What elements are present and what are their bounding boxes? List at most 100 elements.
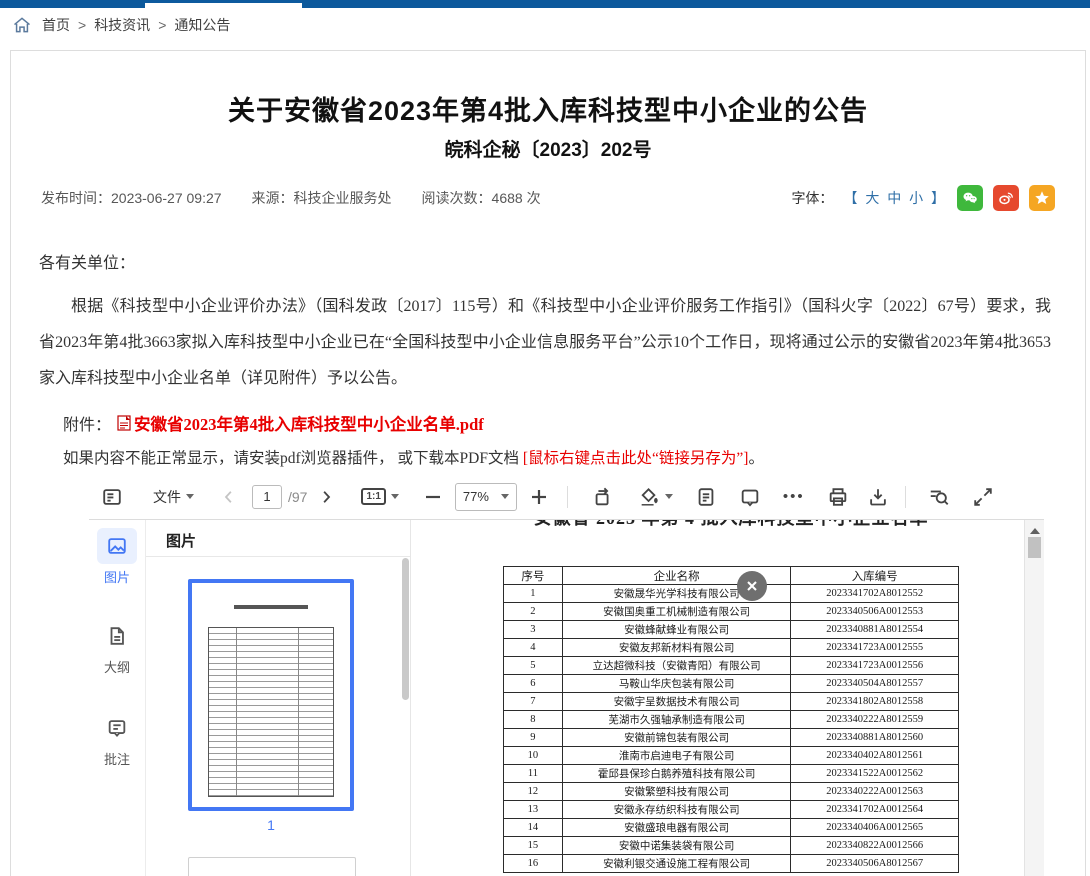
- table-row: 11霍邱县保珍白鹅养殖科技有限公司2023341522A0012562: [504, 765, 959, 783]
- file-menu-button[interactable]: 文件: [153, 487, 194, 507]
- table-row: 12安徽繁塑科技有限公司2023340222A0012563: [504, 783, 959, 801]
- company-table: 序号 企业名称 入库编号 1安徽晟华光学科技有限公司2023341702A801…: [503, 566, 959, 873]
- breadcrumb: 首页 > 科技资讯 > 通知公告: [12, 15, 230, 35]
- rotate-page-button[interactable]: [592, 486, 614, 508]
- zoom-out-button[interactable]: [423, 487, 443, 507]
- article-container: 关于安徽省2023年第4批入库科技型中小企业的公告 皖科企秘〔2023〕202号…: [10, 50, 1086, 876]
- table-row: 8芜湖市久强轴承制造有限公司2023340222A8012559: [504, 711, 959, 729]
- publish-time: 发布时间：2023-06-27 09:27: [41, 188, 222, 208]
- fullscreen-icon[interactable]: [972, 486, 994, 508]
- thumbnail-page-preview: [234, 605, 308, 609]
- pdf-viewer: 文件 /97 1:1 77%: [89, 474, 1044, 876]
- chevron-down-icon: [501, 494, 509, 499]
- image-icon: [106, 535, 128, 557]
- sidebar-tab-outline[interactable]: 大纲: [97, 618, 137, 676]
- page-scrollbar[interactable]: [1024, 520, 1044, 876]
- pdf-toolbar: 文件 /97 1:1 77%: [89, 474, 1044, 520]
- page-title: 关于安徽省2023年第4批入库科技型中小企业的公告: [11, 89, 1085, 128]
- sidebar-tab-annotations[interactable]: 批注: [97, 710, 137, 768]
- table-row: 14安徽盛琅电器有限公司2023340406A0012565: [504, 819, 959, 837]
- page-thumbnail-1[interactable]: [188, 579, 354, 811]
- comment-icon[interactable]: [739, 486, 761, 508]
- pdf-hint-row: 如果内容不能正常显示，请安装pdf浏览器插件， 或下载本PDF文档 [鼠标右键点…: [63, 446, 764, 468]
- outline-document-icon: [106, 625, 128, 647]
- source: 来源：科技企业服务处: [252, 188, 392, 208]
- favorite-button[interactable]: [1029, 185, 1055, 211]
- column-header-index: 序号: [504, 567, 563, 585]
- page-total: /97: [288, 489, 307, 505]
- table-row: 4安徽友邦新材料有限公司2023341723A0012555: [504, 639, 959, 657]
- table-row: 9安徽前锦包装有限公司2023340881A8012560: [504, 729, 959, 747]
- toolbar-divider: [905, 486, 906, 508]
- attachment-row: 附件： 安徽省2023年第4批入库科技型中小企业名单.pdf: [63, 411, 484, 435]
- previous-page-button[interactable]: [220, 488, 238, 506]
- scroll-up-arrow-icon[interactable]: [1030, 528, 1040, 534]
- sidebar-tab-label: 图片: [104, 567, 130, 586]
- sidebar-tab-label: 批注: [104, 749, 130, 768]
- column-header-code: 入库编号: [791, 567, 959, 585]
- print-button[interactable]: [827, 486, 849, 508]
- search-in-document-icon[interactable]: [928, 486, 950, 508]
- zoom-in-button[interactable]: [529, 487, 549, 507]
- pdf-hint-text: 如果内容不能正常显示，请安装pdf浏览器插件， 或下载本PDF文档: [63, 450, 523, 467]
- fit-mode-button[interactable]: 1:1: [361, 488, 398, 505]
- more-options-button[interactable]: •••: [783, 488, 805, 505]
- fill-color-button[interactable]: [638, 486, 673, 508]
- chevron-down-icon: [186, 494, 194, 499]
- chevron-down-icon: [665, 494, 673, 499]
- weibo-share-button[interactable]: [993, 185, 1019, 211]
- weibo-icon: [997, 189, 1015, 207]
- document-number: 皖科企秘〔2023〕202号: [11, 135, 1085, 162]
- home-icon[interactable]: [12, 15, 32, 35]
- close-button[interactable]: [737, 571, 767, 601]
- pdf-document-title: 安徽省 2023 年第 4 批入库科技型中小企业名单: [503, 520, 959, 530]
- sidebar-toggle-icon[interactable]: [101, 486, 123, 508]
- table-row: 13安徽永存纺织科技有限公司2023341702A0012564: [504, 801, 959, 819]
- breadcrumb-tech-news[interactable]: 科技资讯: [94, 15, 150, 35]
- table-row: 10淮南市启迪电子有限公司2023340402A8012561: [504, 747, 959, 765]
- table-row: 2安徽国奥重工机械制造有限公司2023340506A0012553: [504, 603, 959, 621]
- font-size-label: 字体：: [791, 188, 833, 208]
- pdf-sidebar-rail: 图片 大纲: [89, 520, 146, 876]
- attachment-link[interactable]: 安徽省2023年第4批入库科技型中小企业名单.pdf: [134, 411, 484, 435]
- toolbar-divider: [567, 486, 568, 508]
- save-as-link[interactable]: [鼠标右键点击此处“链接另存为”]: [523, 450, 749, 467]
- zoom-level-value: 77%: [463, 489, 489, 504]
- one-to-one-icon: 1:1: [361, 488, 385, 505]
- browser-tab-fragment: [145, 0, 302, 8]
- file-menu-label: 文件: [153, 487, 181, 507]
- page-number-input[interactable]: [252, 485, 282, 509]
- thumbnail-table-column-line: [236, 628, 237, 796]
- download-button[interactable]: [867, 486, 889, 508]
- close-icon: [745, 579, 759, 593]
- next-page-button[interactable]: [317, 488, 335, 506]
- thumbnail-table-column-line: [298, 628, 299, 796]
- pdf-page-area: 安徽省 2023 年第 4 批入库科技型中小企业名单 序号 企业名称 入库编号 …: [411, 520, 1044, 876]
- table-row: 7安徽宇呈数据技术有限公司2023341802A8012558: [504, 693, 959, 711]
- annotation-comment-icon: [106, 717, 128, 739]
- favorite-star-icon: [1033, 189, 1051, 207]
- breadcrumb-notices[interactable]: 通知公告: [174, 15, 230, 35]
- breadcrumb-separator: >: [78, 17, 86, 33]
- thumbnail-panel: 图片 1: [146, 520, 411, 876]
- sidebar-tab-images[interactable]: 图片: [97, 528, 137, 586]
- font-size-options[interactable]: 【 大 中 小 】: [843, 188, 947, 208]
- table-row: 15安徽中诺集装袋有限公司2023340822A0012566: [504, 837, 959, 855]
- notes-view-button[interactable]: [695, 486, 717, 508]
- pdf-viewer-body: 图片 大纲: [89, 520, 1044, 876]
- wechat-share-button[interactable]: [957, 185, 983, 211]
- table-row: 3安徽蜂献蜂业有限公司2023340881A8012554: [504, 621, 959, 639]
- zoom-level-select[interactable]: 77%: [455, 483, 517, 511]
- scrollbar-thumb[interactable]: [1028, 537, 1041, 558]
- view-count: 阅读次数：4688 次: [422, 188, 541, 208]
- table-row: 6马鞍山华庆包装有限公司2023340504A8012557: [504, 675, 959, 693]
- panel-scrollbar[interactable]: [402, 558, 409, 700]
- table-header-row: 序号 企业名称 入库编号: [504, 567, 959, 585]
- thumbnail-page-number: 1: [188, 817, 354, 833]
- wechat-icon: [961, 189, 979, 207]
- article-paragraph: 根据《科技型中小企业评价办法》（国科发政〔2017〕115号）和《科技型中小企业…: [39, 289, 1051, 397]
- page: 首页 > 科技资讯 > 通知公告 关于安徽省2023年第4批入库科技型中小企业的…: [0, 0, 1090, 876]
- breadcrumb-home[interactable]: 首页: [42, 15, 70, 35]
- panel-title: 图片: [166, 530, 196, 551]
- page-thumbnail-2[interactable]: [188, 857, 356, 876]
